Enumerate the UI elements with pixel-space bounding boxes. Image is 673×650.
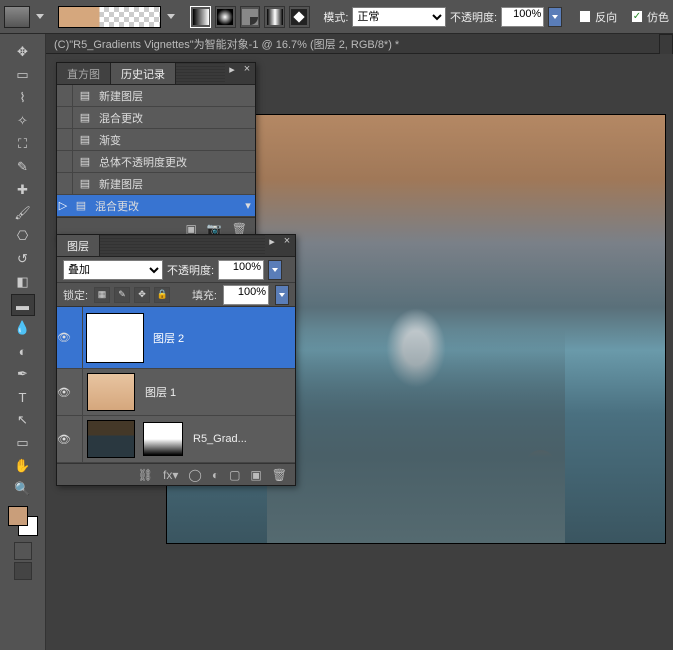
healing-tool[interactable]: ✚ — [11, 179, 35, 201]
pen-tool[interactable]: ✒ — [11, 363, 35, 385]
layers-panel-footer: ⛓ fx▾ ◯ ◐ ▢ ▣ 🗑 — [57, 463, 295, 485]
visibility-toggle[interactable]: 👁 — [57, 416, 83, 462]
panel-close-icon[interactable]: × — [279, 235, 295, 256]
lock-label: 锁定: — [63, 287, 88, 303]
fill-input[interactable]: 100% — [223, 285, 269, 305]
layer-row[interactable]: 👁 图层 1 — [57, 369, 295, 416]
layer-thumbnail[interactable] — [87, 314, 143, 362]
history-item[interactable]: ▤新建图层 — [57, 173, 255, 195]
shape-tool[interactable]: ▭ — [11, 432, 35, 454]
fx-icon[interactable]: fx▾ — [163, 468, 178, 482]
blur-tool[interactable]: 💧 — [11, 317, 35, 339]
layer-name[interactable]: 图层 1 — [139, 384, 176, 400]
lasso-tool[interactable]: ⌇ — [11, 87, 35, 109]
panel-drag-area[interactable] — [100, 235, 265, 256]
type-tool[interactable]: T — [11, 386, 35, 408]
panel-close-icon[interactable]: × — [239, 63, 255, 84]
link-icon[interactable]: ⛓ — [138, 468, 153, 482]
layer-opacity-label: 不透明度: — [167, 262, 214, 278]
layer-thumbnail[interactable] — [87, 420, 135, 458]
opacity-input[interactable]: 100% — [501, 7, 544, 27]
lock-position-icon[interactable]: ✥ — [134, 287, 150, 303]
visibility-toggle[interactable]: 👁 — [57, 369, 83, 415]
chevron-down-icon[interactable] — [36, 14, 44, 19]
reverse-checkbox[interactable] — [579, 10, 591, 23]
zoom-tool[interactable]: 🔍 — [11, 478, 35, 500]
toolbox: ✥ ▭ ⌇ ✧ ⛶ ✎ ✚ 🖌 ⎔ ↺ ◧ ▬ 💧 ◐ ✒ T ↖ ▭ ✋ 🔍 — [0, 34, 46, 650]
layer-blend-select[interactable]: 叠加 — [63, 260, 163, 280]
color-swatches[interactable] — [8, 506, 38, 536]
document-tab[interactable]: (C)"R5_Gradients Vignettes"为智能对象-1 @ 16.… — [46, 34, 673, 54]
gradient-radial-button[interactable] — [215, 6, 236, 28]
panel-menu-icon[interactable]: ▸ — [225, 63, 239, 84]
history-item[interactable]: ▷▤混合更改▾ — [57, 195, 255, 217]
foreground-color-swatch[interactable] — [8, 506, 28, 526]
tool-preset-picker[interactable] — [4, 6, 30, 28]
document-canvas[interactable]: 直方图 历史记录 ▸ × ▤新建图层 ▤混合更改 ▤渐变 ▤总体不透明度更改 ▤… — [46, 54, 673, 650]
blend-mode-select[interactable]: 正常 — [352, 7, 446, 27]
trash-icon[interactable]: 🗑 — [272, 468, 287, 482]
lock-transparency-icon[interactable]: ▦ — [94, 287, 110, 303]
layer-name[interactable]: R5_Grad... — [187, 433, 247, 445]
layer-list: 👁 图层 2 👁 图层 1 👁 R5_Grad... — [57, 307, 295, 463]
dither-label: 仿色 — [647, 9, 669, 25]
tab-layers[interactable]: 图层 — [57, 235, 100, 256]
brush-tool[interactable]: 🖌 — [11, 202, 35, 224]
fill-popup[interactable] — [275, 285, 289, 305]
gradient-preview[interactable] — [58, 6, 161, 28]
eraser-tool[interactable]: ◧ — [11, 271, 35, 293]
stamp-tool[interactable]: ⎔ — [11, 225, 35, 247]
layer-opacity-input[interactable]: 100% — [218, 260, 264, 280]
dodge-tool[interactable]: ◐ — [11, 340, 35, 362]
mode-label: 模式: — [323, 9, 348, 25]
folder-icon[interactable]: ▢ — [229, 468, 240, 482]
history-item[interactable]: ▤新建图层 — [57, 85, 255, 107]
layer-row[interactable]: 👁 R5_Grad... — [57, 416, 295, 463]
adjustment-icon[interactable]: ◐ — [212, 468, 219, 482]
gradient-reflected-button[interactable] — [264, 6, 285, 28]
panel-drag-area[interactable] — [176, 63, 225, 84]
layer-mask-thumbnail[interactable] — [143, 422, 183, 456]
lock-image-icon[interactable]: ✎ — [114, 287, 130, 303]
history-item[interactable]: ▤混合更改 — [57, 107, 255, 129]
layer-opacity-popup[interactable] — [268, 260, 282, 280]
layer-name[interactable]: 图层 2 — [147, 330, 184, 346]
eyedropper-tool[interactable]: ✎ — [11, 156, 35, 178]
tab-history[interactable]: 历史记录 — [111, 63, 176, 84]
layer-thumbnail[interactable] — [87, 373, 135, 411]
history-item[interactable]: ▤渐变 — [57, 129, 255, 151]
reverse-label: 反向 — [595, 9, 617, 25]
gradient-diamond-button[interactable] — [289, 6, 310, 28]
history-brush-tool[interactable]: ↺ — [11, 248, 35, 270]
mask-icon[interactable]: ◯ — [188, 468, 201, 482]
fill-label: 填充: — [192, 287, 217, 303]
opacity-popup-button[interactable] — [548, 7, 561, 27]
screen-mode-button[interactable] — [14, 562, 32, 580]
history-panel: 直方图 历史记录 ▸ × ▤新建图层 ▤混合更改 ▤渐变 ▤总体不透明度更改 ▤… — [56, 62, 256, 240]
move-tool[interactable]: ✥ — [11, 41, 35, 63]
layer-row[interactable]: 👁 图层 2 — [57, 307, 295, 369]
lock-all-icon[interactable]: 🔒 — [154, 287, 170, 303]
crop-tool[interactable]: ⛶ — [11, 133, 35, 155]
gradient-linear-button[interactable] — [190, 6, 211, 28]
gradient-angle-button[interactable] — [240, 6, 261, 28]
new-layer-icon[interactable]: ▣ — [250, 468, 261, 482]
quick-mask-button[interactable] — [14, 542, 32, 560]
dither-checkbox[interactable]: ✓ — [631, 10, 643, 23]
marquee-tool[interactable]: ▭ — [11, 64, 35, 86]
layers-panel: 图层 ▸ × 叠加 不透明度: 100% 锁定: ▦ ✎ ✥ 🔒 填充: 100… — [56, 234, 296, 486]
tab-histogram[interactable]: 直方图 — [57, 63, 111, 84]
chevron-down-icon[interactable] — [167, 14, 175, 19]
magic-wand-tool[interactable]: ✧ — [11, 110, 35, 132]
opacity-label: 不透明度: — [450, 9, 497, 25]
history-item[interactable]: ▤总体不透明度更改 — [57, 151, 255, 173]
visibility-toggle[interactable]: 👁 — [57, 307, 83, 368]
path-select-tool[interactable]: ↖ — [11, 409, 35, 431]
gradient-tool[interactable]: ▬ — [11, 294, 35, 316]
panel-menu-icon[interactable]: ▸ — [265, 235, 279, 256]
hand-tool[interactable]: ✋ — [11, 455, 35, 477]
options-bar: 模式: 正常 不透明度: 100% 反向 ✓ 仿色 — [0, 0, 673, 34]
history-list: ▤新建图层 ▤混合更改 ▤渐变 ▤总体不透明度更改 ▤新建图层 ▷▤混合更改▾ — [57, 85, 255, 217]
